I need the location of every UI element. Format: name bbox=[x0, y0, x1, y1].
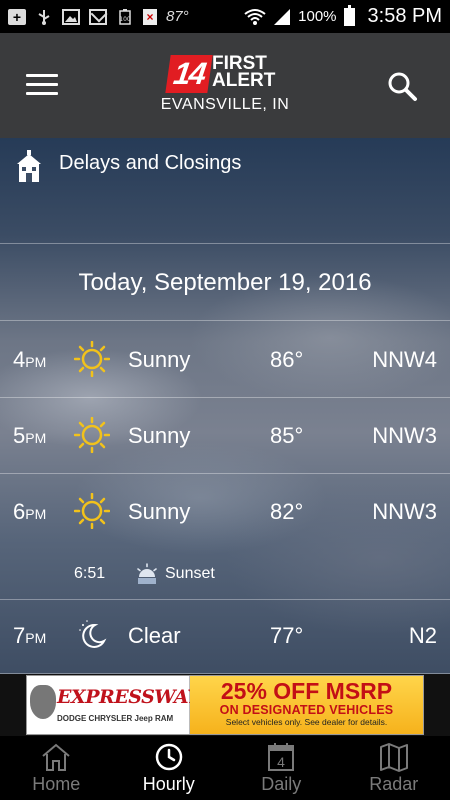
card-icon: × bbox=[143, 8, 157, 25]
hamburger-line bbox=[26, 83, 58, 86]
hamburger-line bbox=[26, 92, 58, 95]
ad-headline: 25% OFF MSRP bbox=[220, 678, 393, 704]
ad-brand: EXPRESSWAY bbox=[57, 686, 201, 708]
hour-temperature: 86° bbox=[270, 347, 304, 372]
ram-logo-icon bbox=[30, 685, 56, 719]
status-time: 3:58 PM bbox=[367, 5, 442, 27]
search-button[interactable] bbox=[386, 70, 418, 102]
image-icon bbox=[62, 8, 80, 25]
hour-wind: NNW4 bbox=[372, 347, 437, 372]
hour-number: 5 bbox=[13, 423, 26, 448]
usb-icon bbox=[38, 9, 50, 25]
app-header: 14 FIRST ALERT EVANSVILLE, IN bbox=[0, 33, 450, 138]
hour-time: 4PM bbox=[13, 347, 46, 373]
plus-box-icon: + bbox=[8, 8, 26, 25]
nav-hourly[interactable]: Hourly bbox=[113, 736, 226, 800]
hour-wind: N2 bbox=[408, 623, 437, 648]
hour-ampm: PM bbox=[25, 630, 47, 646]
first-alert-logo: 14 FIRST ALERT bbox=[165, 54, 284, 95]
hour-number: 7 bbox=[13, 623, 26, 648]
ad-dealer-section: EXPRESSWAY DODGE CHRYSLER Jeep RAM bbox=[27, 676, 201, 734]
signal-icon bbox=[274, 8, 291, 25]
status-left-icons: + 100 × 87° bbox=[8, 8, 189, 25]
sun-icon bbox=[74, 493, 110, 529]
logo-line2: ALERT bbox=[212, 70, 276, 91]
svg-text:100: 100 bbox=[119, 16, 131, 23]
nav-label: Daily bbox=[261, 774, 302, 794]
delays-closings-label: Delays and Closings bbox=[59, 152, 242, 174]
date-header-text: Today, September 19, 2016 bbox=[78, 268, 372, 296]
ad-subline: ON DESIGNATED VEHICLES bbox=[219, 703, 394, 717]
hour-temperature: 85° bbox=[270, 423, 304, 448]
search-icon bbox=[388, 72, 417, 101]
logo-text: FIRST ALERT bbox=[212, 54, 276, 91]
hour-condition: Clear bbox=[128, 623, 181, 648]
hour-temperature: 77° bbox=[270, 623, 304, 648]
date-header: Today, September 19, 2016 bbox=[0, 245, 450, 321]
ad-creative[interactable]: EXPRESSWAY DODGE CHRYSLER Jeep RAM 25% O… bbox=[26, 675, 424, 735]
moon-icon bbox=[79, 620, 107, 648]
nav-label: Hourly bbox=[142, 774, 195, 794]
calendar-icon: 4 bbox=[268, 743, 295, 771]
ad-banner: EXPRESSWAY DODGE CHRYSLER Jeep RAM 25% O… bbox=[0, 674, 450, 736]
battery-icon bbox=[343, 4, 355, 26]
hour-row-7pm[interactable]: 7PM Clear 77° N2 bbox=[0, 598, 450, 674]
sun-icon bbox=[74, 341, 110, 377]
hour-wind: NNW3 bbox=[372, 499, 437, 524]
hour-row-6pm[interactable]: 6PM Sunny 82° NNW3 bbox=[0, 474, 450, 550]
clock-icon bbox=[155, 743, 182, 771]
hour-ampm: PM bbox=[25, 354, 47, 370]
battery-100-icon: 100 bbox=[119, 8, 131, 25]
hamburger-line bbox=[26, 74, 58, 77]
ad-fineprint: Select vehicles only. See dealer for det… bbox=[225, 717, 388, 727]
delays-closings-row[interactable]: Delays and Closings bbox=[0, 138, 450, 244]
menu-button[interactable] bbox=[26, 74, 58, 96]
hour-condition: Sunny bbox=[128, 499, 191, 524]
hour-wind: NNW3 bbox=[372, 423, 437, 448]
wifi-icon bbox=[244, 8, 266, 25]
sunset-icon bbox=[137, 563, 157, 584]
nav-label: Radar bbox=[369, 774, 419, 794]
hour-temperature: 82° bbox=[270, 499, 304, 524]
sunset-time: 6:51 bbox=[74, 565, 106, 582]
sunset-row: 6:51 Sunset bbox=[0, 552, 450, 600]
ad-offer-section: 25% OFF MSRP ON DESIGNATED VEHICLES Sele… bbox=[190, 676, 423, 734]
sun-icon bbox=[74, 417, 110, 453]
nav-radar[interactable]: Radar bbox=[338, 736, 450, 800]
schoolhouse-icon bbox=[17, 150, 41, 182]
nav-label: Home bbox=[32, 774, 81, 794]
hour-row-4pm[interactable]: 4PM Sunny 86° NNW4 bbox=[0, 322, 450, 398]
status-right-icons: 100% 3:58 PM bbox=[244, 4, 442, 28]
hourly-forecast-list[interactable]: Delays and Closings Today, September 19,… bbox=[0, 138, 450, 674]
hour-condition: Sunny bbox=[128, 347, 191, 372]
home-icon bbox=[42, 743, 70, 771]
battery-percent: 100% bbox=[298, 8, 337, 25]
map-icon bbox=[379, 743, 408, 772]
hour-number: 4 bbox=[13, 347, 26, 372]
bottom-nav: Home Hourly 4 Daily Radar bbox=[0, 736, 450, 800]
hour-time: 6PM bbox=[13, 499, 46, 525]
calendar-badge: 4 bbox=[277, 754, 285, 770]
hour-row-5pm[interactable]: 5PM Sunny 85° NNW3 bbox=[0, 398, 450, 474]
hour-time: 7PM bbox=[13, 623, 46, 649]
hour-ampm: PM bbox=[25, 430, 47, 446]
gmail-icon bbox=[89, 8, 107, 25]
logo-number: 14 bbox=[165, 55, 213, 93]
nav-home[interactable]: Home bbox=[0, 736, 113, 800]
status-temperature: 87° bbox=[166, 8, 189, 25]
nav-daily[interactable]: 4 Daily bbox=[225, 736, 338, 800]
hour-ampm: PM bbox=[25, 506, 47, 522]
hour-time: 5PM bbox=[13, 423, 46, 449]
status-bar: + 100 × 87° 100% 3:58 PM bbox=[0, 0, 450, 33]
hour-condition: Sunny bbox=[128, 423, 191, 448]
ad-brand-sub: DODGE CHRYSLER Jeep RAM bbox=[57, 714, 174, 723]
sunset-label: Sunset bbox=[165, 565, 215, 582]
hour-number: 6 bbox=[13, 499, 26, 524]
location-label: EVANSVILLE, IN bbox=[160, 96, 290, 113]
